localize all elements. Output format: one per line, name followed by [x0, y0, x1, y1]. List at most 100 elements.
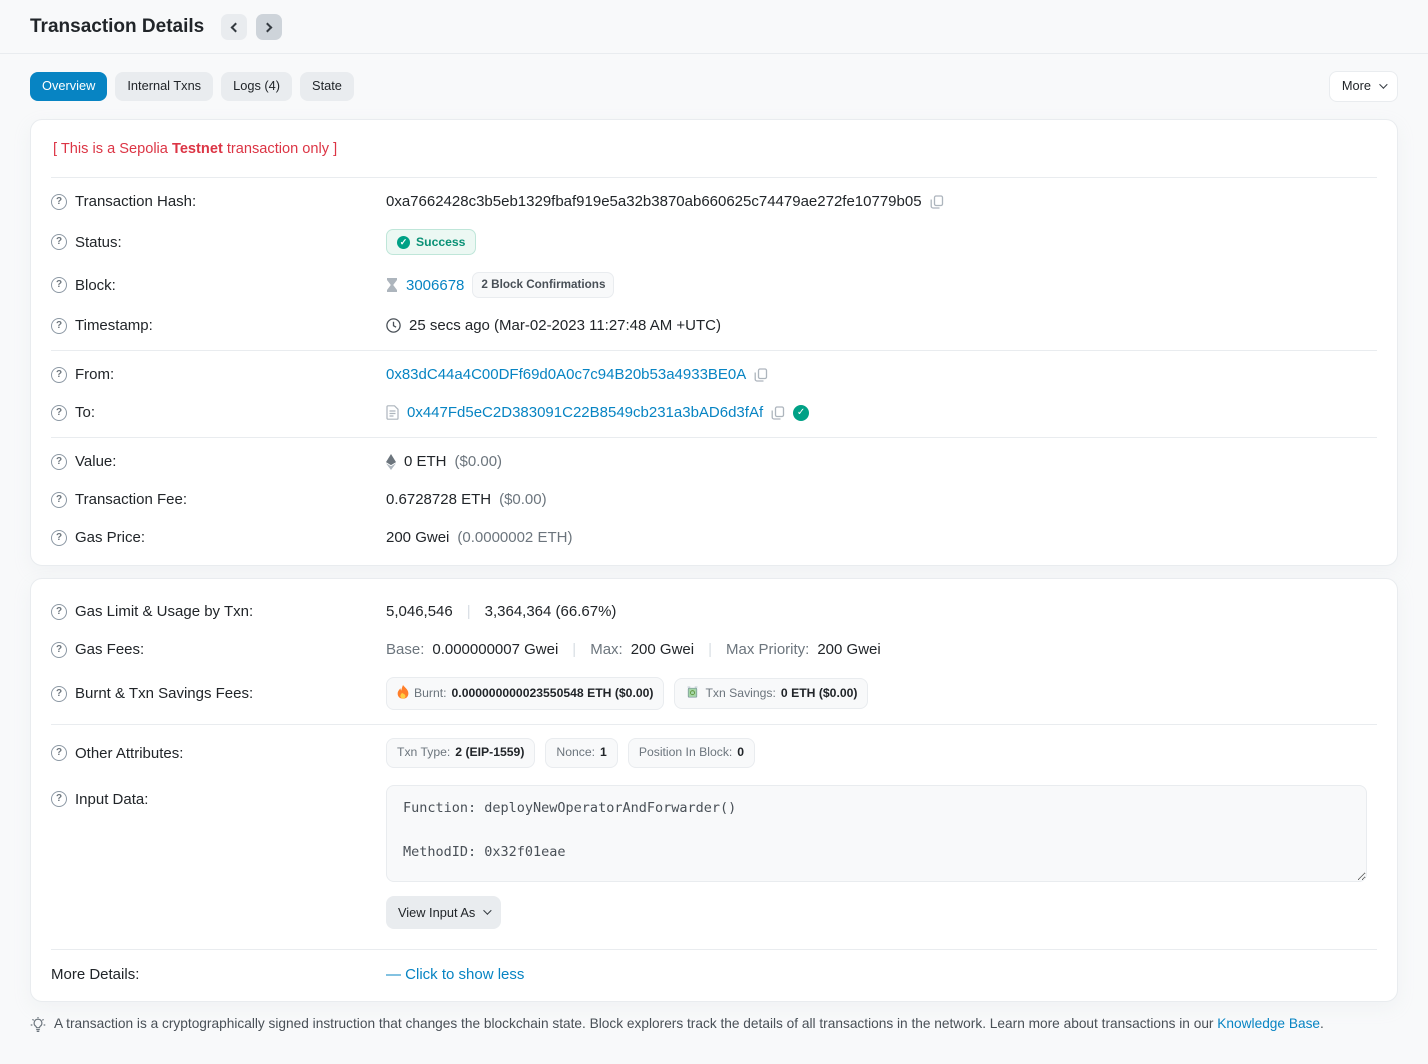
help-icon[interactable]: ? [51, 745, 67, 761]
divider [51, 437, 1377, 438]
page-footer: A transaction is a cryptographically sig… [30, 1002, 1398, 1055]
burnt-fees-label: Burnt & Txn Savings Fees: [75, 685, 253, 702]
timestamp-label: Timestamp: [75, 317, 153, 334]
help-icon[interactable]: ? [51, 492, 67, 508]
contract-icon [386, 405, 399, 420]
value-usd: ($0.00) [455, 453, 503, 470]
tab-state[interactable]: State [300, 72, 354, 101]
txn-savings-badge-value: 0 ETH ($0.00) [781, 687, 858, 700]
txn-savings-badge: Txn Savings: 0 ETH ($0.00) [674, 678, 868, 709]
transaction-fee-row: ? Transaction Fee: 0.6728728 ETH ($0.00) [51, 481, 1377, 519]
divider [51, 949, 1377, 950]
block-label: Block: [75, 277, 116, 294]
gas-price-eth: (0.0000002 ETH) [457, 529, 572, 546]
chevron-down-icon [483, 907, 491, 915]
help-icon[interactable]: ? [51, 318, 67, 334]
overview-card: [ This is a Sepolia Testnet transaction … [30, 119, 1398, 566]
transaction-fee-amount: 0.6728728 ETH [386, 491, 491, 508]
nonce-value: 1 [600, 746, 607, 759]
position-in-block-label: Position In Block: [639, 746, 732, 759]
input-data-row: ? Input Data: Function: deployNewOperato… [51, 776, 1377, 937]
divider [51, 177, 1377, 178]
header-divider [0, 53, 1428, 54]
gas-price-amount: 200 Gwei [386, 529, 449, 546]
txn-type-value: 2 (EIP-1559) [455, 746, 524, 759]
txn-type-badge: Txn Type: 2 (EIP-1559) [386, 738, 535, 767]
gas-limit-value: 5,046,546 [386, 603, 453, 620]
chevron-down-icon [1379, 81, 1387, 89]
input-data-textarea[interactable]: Function: deployNewOperatorAndForwarder(… [386, 785, 1367, 882]
help-icon[interactable]: ? [51, 277, 67, 293]
knowledge-base-link[interactable]: Knowledge Base [1217, 1016, 1320, 1031]
more-button[interactable]: More [1329, 71, 1398, 102]
help-icon[interactable]: ? [51, 530, 67, 546]
txn-type-label: Txn Type: [397, 746, 450, 759]
gas-limit-label: Gas Limit & Usage by Txn: [75, 603, 253, 620]
help-icon[interactable]: ? [51, 686, 67, 702]
next-transaction-button[interactable] [256, 14, 282, 40]
tab-logs[interactable]: Logs (4) [221, 72, 292, 101]
help-icon[interactable]: ? [51, 604, 67, 620]
money-wings-icon [685, 686, 700, 701]
status-label: Status: [75, 234, 122, 251]
nonce-badge: Nonce: 1 [545, 738, 617, 767]
burnt-badge: Burnt: 0.000000000023550548 ETH ($0.00) [386, 677, 664, 710]
base-fee-label: Base: [386, 641, 424, 658]
value-amount: 0 ETH [404, 453, 447, 470]
details-card: ? Gas Limit & Usage by Txn: 5,046,546 | … [30, 578, 1398, 1003]
txn-savings-badge-label: Txn Savings: [705, 687, 775, 700]
help-icon[interactable]: ? [51, 234, 67, 250]
timestamp-row: ? Timestamp: 25 secs ago (Mar-02-2023 11… [51, 307, 1377, 345]
testnet-notice: [ This is a Sepolia Testnet transaction … [51, 128, 1377, 172]
copy-icon[interactable] [771, 406, 785, 420]
position-in-block-badge: Position In Block: 0 [628, 738, 755, 767]
eth-icon [386, 454, 396, 470]
tabs-row: Overview Internal Txns Logs (4) State Mo… [30, 71, 1398, 102]
status-badge-label: Success [416, 235, 465, 249]
chevron-right-icon [263, 22, 273, 32]
max-fee-label: Max: [590, 641, 623, 658]
check-icon: ✓ [397, 236, 410, 249]
copy-icon[interactable] [930, 195, 944, 209]
from-label: From: [75, 366, 114, 383]
base-fee-value: 0.000000007 Gwei [432, 641, 558, 658]
prev-transaction-button[interactable] [221, 14, 247, 40]
gas-fees-label: Gas Fees: [75, 641, 144, 658]
gas-price-label: Gas Price: [75, 529, 145, 546]
value-row: ? Value: 0 ETH ($0.00) [51, 443, 1377, 481]
tab-overview[interactable]: Overview [30, 72, 107, 101]
help-icon[interactable]: ? [51, 642, 67, 658]
footer-text: A transaction is a cryptographically sig… [54, 1016, 1217, 1031]
help-icon[interactable]: ? [51, 791, 67, 807]
clock-icon [386, 318, 401, 333]
chevron-left-icon [231, 22, 241, 32]
view-input-as-button[interactable]: View Input As [386, 896, 501, 929]
gas-price-row: ? Gas Price: 200 Gwei (0.0000002 ETH) [51, 519, 1377, 557]
help-icon[interactable]: ? [51, 405, 67, 421]
from-address-link[interactable]: 0x83dC44a4C00DFf69d0A0c7c94B20b53a4933BE… [386, 366, 746, 383]
nonce-label: Nonce: [556, 746, 595, 759]
transaction-fee-label: Transaction Fee: [75, 491, 187, 508]
divider [51, 724, 1377, 725]
to-label: To: [75, 404, 95, 421]
view-input-as-label: View Input As [398, 905, 475, 920]
transaction-hash-row: ? Transaction Hash: 0xa7662428c3b5eb1329… [51, 183, 1377, 221]
status-badge: ✓ Success [386, 229, 476, 255]
tab-internal-txns[interactable]: Internal Txns [115, 72, 213, 101]
help-icon[interactable]: ? [51, 367, 67, 383]
transaction-fee-usd: ($0.00) [499, 491, 547, 508]
help-icon[interactable]: ? [51, 454, 67, 470]
block-confirmations-badge: 2 Block Confirmations [472, 272, 614, 298]
separator: | [708, 641, 712, 658]
lightbulb-icon [30, 1017, 46, 1033]
other-attributes-label: Other Attributes: [75, 745, 183, 762]
block-number-link[interactable]: 3006678 [406, 277, 464, 294]
max-fee-value: 200 Gwei [631, 641, 694, 658]
max-priority-value: 200 Gwei [817, 641, 880, 658]
help-icon[interactable]: ? [51, 194, 67, 210]
position-in-block-value: 0 [737, 746, 744, 759]
copy-icon[interactable] [754, 368, 768, 382]
to-address-link[interactable]: 0x447Fd5eC2D383091C22B8549cb231a3bAD6d3f… [407, 404, 763, 421]
footer-period: . [1320, 1016, 1324, 1031]
show-less-link[interactable]: — Click to show less [386, 966, 524, 983]
